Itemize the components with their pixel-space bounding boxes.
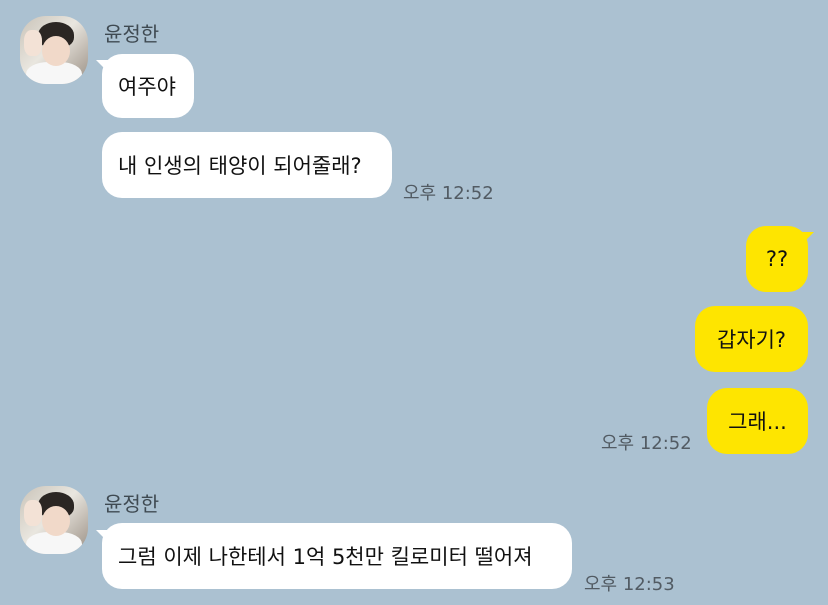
- avatar-hand: [24, 500, 42, 526]
- message-bubble[interactable]: ??: [746, 226, 808, 292]
- message-text: 여주야: [118, 75, 176, 99]
- message-bubble[interactable]: 그럼 이제 나한테서 1억 5천만 킬로미터 떨어져: [102, 523, 572, 589]
- message-text: 그럼 이제 나한테서 1억 5천만 킬로미터 떨어져: [118, 545, 533, 569]
- message-text: 내 인생의 태양이 되어줄래?: [118, 154, 362, 178]
- message-bubble[interactable]: 그래...: [707, 388, 808, 454]
- message-text: 갑자기?: [716, 328, 787, 352]
- sender-name: 윤정한: [104, 22, 160, 46]
- message-timestamp: 오후 12:52: [403, 183, 494, 204]
- avatar-hand: [24, 30, 42, 56]
- sender-avatar[interactable]: [20, 16, 88, 84]
- message-timestamp: 오후 12:52: [601, 433, 692, 454]
- message-bubble[interactable]: 여주야: [102, 54, 194, 118]
- message-timestamp: 오후 12:53: [584, 574, 675, 595]
- sender-avatar[interactable]: [20, 486, 88, 554]
- message-bubble[interactable]: 내 인생의 태양이 되어줄래?: [102, 132, 392, 198]
- avatar-face: [42, 506, 70, 536]
- avatar-face: [42, 36, 70, 66]
- sender-name: 윤정한: [104, 492, 160, 516]
- message-text: ??: [765, 247, 789, 271]
- message-text: 그래...: [728, 410, 787, 434]
- message-bubble[interactable]: 갑자기?: [695, 306, 808, 372]
